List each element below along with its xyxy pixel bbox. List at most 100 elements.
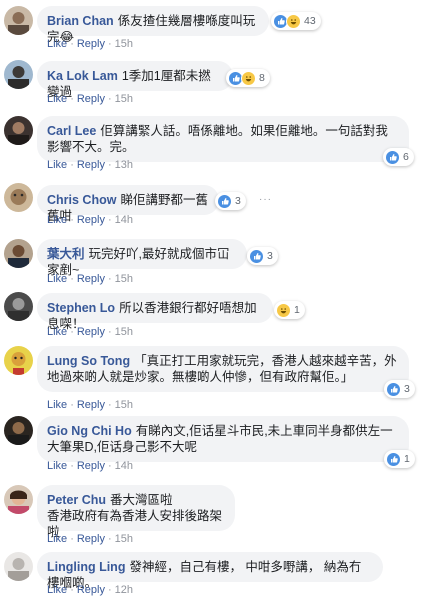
reply-link[interactable]: Reply bbox=[77, 214, 105, 226]
like-link[interactable]: Like bbox=[47, 584, 67, 596]
comment-text: 佢算講緊人話。唔係離地。如果佢離地。一句話對我影響不大。完。 bbox=[47, 124, 388, 154]
dot-separator: · bbox=[107, 159, 112, 171]
like-link[interactable]: Like bbox=[47, 159, 67, 171]
haha-reaction-icon bbox=[286, 13, 301, 29]
dot-separator: · bbox=[70, 214, 74, 226]
avatar[interactable] bbox=[4, 346, 33, 375]
like-link[interactable]: Like bbox=[47, 533, 67, 545]
avatar[interactable] bbox=[4, 485, 33, 514]
reply-link[interactable]: Reply bbox=[77, 533, 105, 545]
comment-bubble: Carl Lee 佢算講緊人話。唔係離地。如果佢離地。一句話對我影響不大。完。 bbox=[37, 116, 409, 162]
timestamp[interactable]: 13h bbox=[115, 159, 133, 171]
reaction-count: 6 bbox=[403, 151, 409, 163]
comment-bubble: Lingling Ling 發神經，自己有樓， 中咁多嘢講， 納為冇樓嗰啲。 bbox=[37, 552, 383, 590]
avatar[interactable] bbox=[4, 183, 33, 212]
like-link[interactable]: Like bbox=[47, 273, 67, 285]
reaction-count: 1 bbox=[294, 304, 300, 316]
reaction-summary[interactable]: 8 bbox=[226, 69, 270, 87]
timestamp[interactable]: 14h bbox=[115, 460, 133, 472]
reply-link[interactable]: Reply bbox=[77, 460, 105, 472]
dot-separator: · bbox=[70, 93, 74, 105]
dot-separator: · bbox=[70, 533, 74, 545]
reaction-count: 3 bbox=[235, 195, 241, 207]
reply-link[interactable]: Reply bbox=[77, 38, 105, 50]
comment-meta: Like · Reply · 14h bbox=[47, 213, 133, 227]
reaction-count: 1 bbox=[404, 453, 410, 465]
like-link[interactable]: Like bbox=[47, 326, 67, 338]
avatar[interactable] bbox=[4, 60, 33, 89]
comment-bubble: Chris Chow 睇佢講野都一舊舊咁 bbox=[37, 185, 219, 223]
comment-meta: Like · Reply · 12h bbox=[47, 583, 133, 597]
reaction-summary[interactable]: 43 bbox=[271, 12, 321, 30]
reaction-count: 3 bbox=[404, 383, 410, 395]
comment-bubble: Ka Lok Lam 1季加1厘都未撚變過 bbox=[37, 61, 233, 99]
dot-separator: · bbox=[107, 273, 112, 285]
dot-separator: · bbox=[107, 399, 112, 411]
like-link[interactable]: Like bbox=[47, 93, 67, 105]
like-reaction-icon bbox=[386, 381, 401, 397]
comment-author[interactable]: Chris Chow bbox=[47, 193, 116, 207]
comment-meta: Like · Reply · 15h bbox=[47, 92, 133, 106]
like-link[interactable]: Like bbox=[47, 460, 67, 472]
dot-separator: · bbox=[70, 273, 74, 285]
comment-author[interactable]: 葉大利 bbox=[47, 247, 85, 261]
comment-bubble: Brian Chan 係友揸住幾層樓喺度叫玩完😂 bbox=[37, 6, 269, 44]
timestamp[interactable]: 12h bbox=[115, 584, 133, 596]
timestamp[interactable]: 15h bbox=[115, 38, 133, 50]
like-reaction-icon bbox=[386, 451, 401, 467]
avatar[interactable] bbox=[4, 416, 33, 445]
comment-author[interactable]: Lingling Ling bbox=[47, 560, 125, 574]
like-link[interactable]: Like bbox=[47, 38, 67, 50]
timestamp[interactable]: 15h bbox=[115, 326, 133, 338]
avatar[interactable] bbox=[4, 552, 33, 581]
reply-link[interactable]: Reply bbox=[77, 326, 105, 338]
reaction-count: 3 bbox=[267, 250, 273, 262]
reaction-summary[interactable]: 3 bbox=[247, 247, 278, 265]
reply-link[interactable]: Reply bbox=[77, 584, 105, 596]
like-link[interactable]: Like bbox=[47, 399, 67, 411]
avatar[interactable] bbox=[4, 239, 33, 268]
timestamp[interactable]: 15h bbox=[115, 93, 133, 105]
dot-separator: · bbox=[107, 584, 112, 596]
timestamp[interactable]: 15h bbox=[115, 399, 133, 411]
comment-author[interactable]: Stephen Lo bbox=[47, 301, 115, 315]
comment-meta: Like · Reply · 15h bbox=[47, 37, 133, 51]
reaction-summary[interactable]: 3 bbox=[384, 380, 415, 398]
avatar[interactable] bbox=[4, 116, 33, 145]
comment-author[interactable]: Peter Chu bbox=[47, 493, 106, 507]
avatar[interactable] bbox=[4, 292, 33, 321]
reaction-count: 8 bbox=[259, 72, 265, 84]
more-options-icon[interactable]: ··· bbox=[259, 194, 272, 205]
timestamp[interactable]: 14h bbox=[115, 214, 133, 226]
comment-author[interactable]: Gio Ng Chi Ho bbox=[47, 424, 132, 438]
comment-author[interactable]: Lung So Tong bbox=[47, 354, 130, 368]
comment-meta: Like · Reply · 15h bbox=[47, 325, 133, 339]
reply-link[interactable]: Reply bbox=[77, 159, 105, 171]
reaction-count: 43 bbox=[304, 15, 316, 27]
comment-author[interactable]: Carl Lee bbox=[47, 124, 96, 138]
timestamp[interactable]: 15h bbox=[115, 273, 133, 285]
comment-meta: Like · Reply · 15h bbox=[47, 272, 133, 286]
dot-separator: · bbox=[70, 159, 74, 171]
avatar[interactable] bbox=[4, 6, 33, 35]
like-reaction-icon bbox=[385, 149, 400, 165]
comment-bubble: Peter Chu 番大灣區啦 香港政府有為香港人安排後路架啦 bbox=[37, 485, 235, 539]
reaction-summary[interactable]: 3 bbox=[215, 192, 246, 210]
comment-list: Brian Chan 係友揸住幾層樓喺度叫玩完😂 43 Like · Reply · 15… bbox=[0, 0, 439, 605]
reaction-summary[interactable]: 6 bbox=[383, 148, 414, 166]
comment-meta: Like · Reply · 13h bbox=[47, 158, 133, 172]
comment-author[interactable]: Brian Chan bbox=[47, 14, 114, 28]
dot-separator: · bbox=[70, 460, 74, 472]
reply-link[interactable]: Reply bbox=[77, 399, 105, 411]
reaction-summary[interactable]: 1 bbox=[384, 450, 415, 468]
haha-reaction-icon bbox=[241, 70, 256, 86]
reaction-summary[interactable]: 1 bbox=[274, 301, 305, 319]
comment-author[interactable]: Ka Lok Lam bbox=[47, 69, 118, 83]
like-link[interactable]: Like bbox=[47, 214, 67, 226]
comment-bubble: 葉大利 玩完好吖,最好就成個市冚家剷~ bbox=[37, 239, 247, 277]
timestamp[interactable]: 15h bbox=[115, 533, 133, 545]
reply-link[interactable]: Reply bbox=[77, 93, 105, 105]
reply-link[interactable]: Reply bbox=[77, 273, 105, 285]
comment-meta: Like · Reply · 14h bbox=[47, 459, 133, 473]
dot-separator: · bbox=[107, 214, 112, 226]
